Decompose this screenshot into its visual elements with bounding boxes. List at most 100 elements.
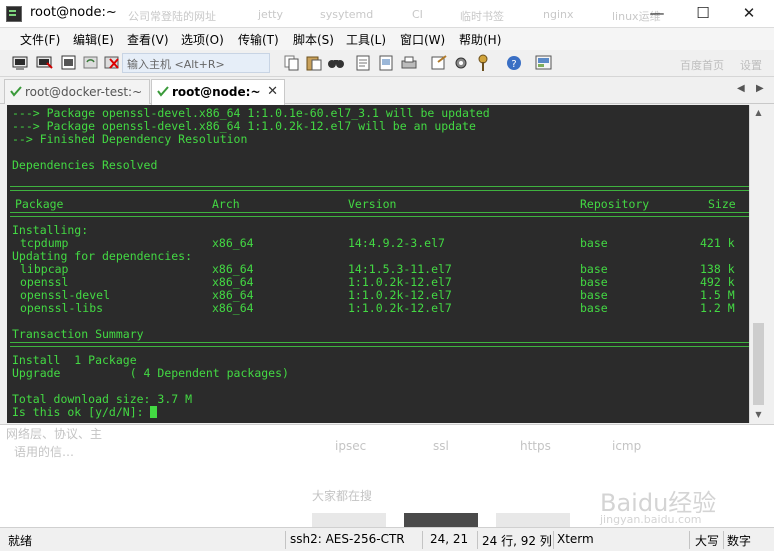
scroll-down-icon[interactable]: ▼ (750, 407, 767, 423)
close-tab-icon[interactable]: ✕ (267, 84, 278, 99)
package-size: 421 k (700, 236, 735, 250)
background-heading: 大家都在搜 (312, 489, 373, 503)
menu-view[interactable]: 查看(V) (127, 31, 169, 48)
status-separator (689, 531, 690, 549)
menu-window[interactable]: 窗口(W) (400, 31, 445, 48)
printer-icon[interactable] (400, 54, 418, 72)
header-package: Package (15, 197, 64, 211)
background-ghost-text: 百度首页 (680, 59, 724, 72)
package-arch: x86_64 (212, 236, 254, 250)
status-num-lock: 数字 (727, 534, 752, 548)
title-bar: root@node:~ 公司常登陆的网址 jetty sysytemd CI 临… (0, 0, 774, 28)
print-setup-icon[interactable] (355, 54, 373, 72)
background-thumbnail (404, 513, 478, 528)
maximize-button[interactable]: ☐ (680, 0, 726, 28)
status-separator (422, 531, 423, 549)
package-size: 1.2 M (700, 301, 735, 315)
header-arch: Arch (212, 197, 240, 211)
tab-root-docker-test[interactable]: root@docker-test:~ (4, 79, 150, 104)
help-icon[interactable]: ? (505, 54, 523, 72)
status-ready: 就绪 (8, 534, 33, 548)
connect-tab-icon[interactable] (60, 54, 78, 72)
print-selection-icon[interactable] (378, 54, 396, 72)
securecrt-app-icon (6, 6, 22, 22)
status-separator (477, 531, 478, 549)
paste-icon[interactable] (305, 54, 323, 72)
menu-edit[interactable]: 编辑(E) (73, 31, 114, 48)
background-text: 网络层、协议、主 (6, 427, 103, 441)
prompt-text: Is this ok [y/d/N]: (12, 405, 151, 419)
tab-label: root@docker-test:~ (25, 85, 143, 99)
window-title: root@node:~ (30, 5, 117, 20)
status-bar: 就绪 ssh2: AES-256-CTR 24, 21 24 行, 92 列 X… (0, 527, 774, 551)
session-options-icon[interactable] (430, 54, 448, 72)
sftp-icon[interactable] (535, 54, 553, 72)
status-encryption: ssh2: AES-256-CTR (290, 532, 405, 546)
background-bookmark: sysytemd (320, 8, 374, 21)
keymap-icon[interactable] (474, 54, 492, 72)
close-button[interactable]: ✕ (726, 0, 772, 28)
connect-icon[interactable] (12, 54, 30, 72)
status-terminal-type: Xterm (557, 532, 594, 546)
background-link: ipsec (335, 439, 367, 453)
global-options-icon[interactable] (452, 54, 470, 72)
package-row: openssl-libs x86_64 1:1.0.2k-12.el7 base… (12, 302, 747, 315)
menu-options[interactable]: 选项(O) (181, 31, 224, 48)
minimize-button[interactable]: — (634, 0, 680, 28)
status-dimensions: 24 行, 92 列 (482, 534, 552, 548)
terminal-line: --> Finished Dependency Resolution (12, 132, 248, 146)
terminal-screen[interactable]: ---> Package openssl-devel.x86_64 1:1.0.… (7, 105, 749, 423)
confirm-prompt-line: Is this ok [y/d/N]: (12, 405, 158, 419)
transaction-summary-title: Transaction Summary (12, 327, 144, 341)
tab-root-node[interactable]: root@node:~ ✕ (151, 79, 285, 105)
header-version: Version (348, 197, 397, 211)
background-link: icmp (612, 439, 642, 453)
background-ghost-text: 设置 (740, 59, 762, 72)
terminal-scrollbar[interactable]: ▲ ▼ (749, 105, 767, 423)
tab-scroll-right-icon[interactable]: ▶ (756, 83, 764, 94)
scrollbar-thumb[interactable] (753, 323, 764, 405)
background-bookmark: 公司常登陆的网址 (128, 10, 216, 23)
terminal-line: Dependencies Resolved (12, 158, 158, 172)
find-icon[interactable] (327, 54, 345, 72)
status-caps-lock: 大写 (695, 534, 720, 548)
menu-file[interactable]: 文件(F) (20, 31, 60, 48)
host-input[interactable]: 输入主机 <Alt+R> (122, 53, 270, 73)
package-name: openssl-libs (20, 301, 104, 315)
header-size: Size (708, 197, 736, 211)
terminal-cursor (150, 406, 158, 418)
svg-text:?: ? (511, 59, 516, 70)
terminal-rule (10, 342, 749, 347)
status-separator (553, 531, 554, 549)
package-arch: x86_64 (212, 301, 254, 315)
session-tab-bar: root@docker-test:~ root@node:~ ✕ ◀ ▶ (0, 77, 774, 105)
background-bookmark: CI (412, 8, 423, 21)
upgrade-count-line: Upgrade ( 4 Dependent packages) (12, 366, 289, 380)
background-page-area: 网络层、协议、主 语用的信… ipsec ssl https icmp 大家都在… (0, 424, 774, 528)
reconnect-icon[interactable] (82, 54, 100, 72)
quick-connect-icon[interactable] (36, 54, 54, 72)
menu-transfer[interactable]: 传输(T) (238, 31, 279, 48)
scroll-up-icon[interactable]: ▲ (750, 105, 767, 121)
package-version: 1:1.0.2k-12.el7 (348, 301, 452, 315)
menu-bar: 文件(F) 编辑(E) 查看(V) 选项(O) 传输(T) 脚本(S) 工具(L… (0, 28, 774, 50)
copy-icon[interactable] (283, 54, 301, 72)
disconnect-icon[interactable] (104, 54, 122, 72)
terminal-rule (10, 186, 749, 191)
background-thumbnail (496, 513, 570, 528)
menu-script[interactable]: 脚本(S) (293, 31, 334, 48)
tab-scroll-left-icon[interactable]: ◀ (737, 83, 745, 94)
status-separator (723, 531, 724, 549)
background-bookmark: 临时书签 (460, 10, 504, 23)
table-header-row: Package Arch Version Repository Size (12, 198, 747, 211)
connected-check-icon (10, 86, 22, 97)
background-thumbnail (312, 513, 386, 528)
status-cursor-position: 24, 21 (430, 532, 469, 546)
background-text: 语用的信… (14, 445, 75, 459)
menu-help[interactable]: 帮助(H) (459, 31, 501, 48)
package-repo: base (580, 301, 608, 315)
background-bookmark: nginx (543, 8, 574, 21)
menu-tools[interactable]: 工具(L) (346, 31, 386, 48)
baidu-watermark-url: jingyan.baidu.com (600, 513, 702, 526)
connected-check-icon (157, 86, 169, 97)
